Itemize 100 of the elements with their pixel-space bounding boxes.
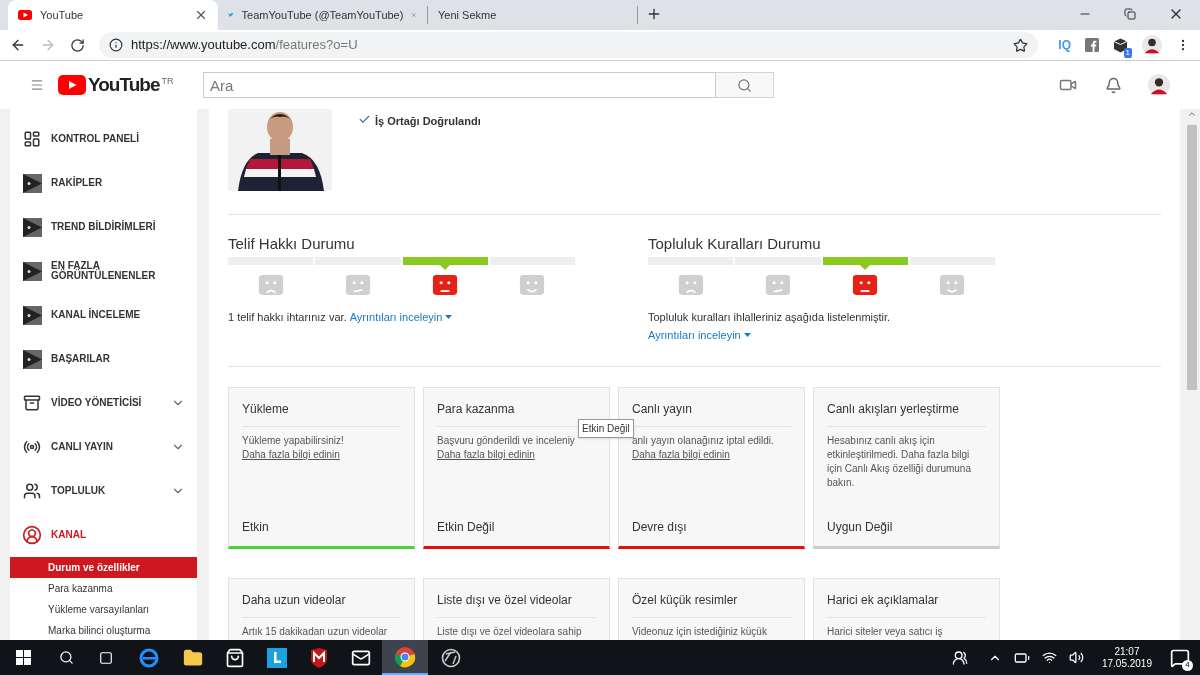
card-status: Etkin <box>242 519 270 536</box>
details-link[interactable]: Ayrıntıları inceleyin <box>648 326 751 344</box>
store-icon[interactable] <box>225 647 245 668</box>
browser-tab[interactable]: Yeni Sekme <box>428 6 638 24</box>
check-icon <box>358 113 371 126</box>
browser-tab[interactable]: YouTube <box>8 0 218 30</box>
folder-icon[interactable] <box>183 647 203 668</box>
sidebar-subitem[interactable]: Marka bilinci oluşturma <box>10 620 197 640</box>
archive-icon <box>23 394 41 412</box>
cube-icon[interactable] <box>1113 37 1128 53</box>
facebook-icon[interactable] <box>1085 38 1099 52</box>
windows-icon[interactable] <box>15 650 31 665</box>
wifi-icon[interactable] <box>1041 650 1057 665</box>
people-icon <box>23 482 41 500</box>
aperture-icon[interactable] <box>441 647 461 668</box>
shield-icon[interactable] <box>310 647 328 668</box>
sidebar-item[interactable]: KANAL İNCELEME <box>10 293 197 337</box>
pointer-icon <box>860 265 871 270</box>
card-title: Liste dışı ve özel videolar <box>437 579 596 618</box>
card-title: Özel küçük resimler <box>632 579 791 618</box>
card-status: Etkin Değil <box>437 519 496 536</box>
region-label: TR <box>161 74 174 88</box>
sidebar-item[interactable]: TREND BİLDİRİMLERİ <box>10 205 197 249</box>
status-title: Topluluk Kuralları Durumu <box>648 234 822 253</box>
broadcast-icon <box>23 438 41 456</box>
close-icon[interactable] <box>194 8 208 22</box>
scroll-up-icon[interactable] <box>1187 109 1197 119</box>
chrome-icon[interactable] <box>394 645 416 668</box>
caret-down-icon <box>445 315 453 319</box>
sidebar-subitem[interactable]: Yükleme varsayılanları <box>10 599 197 620</box>
action-center-icon[interactable] <box>1170 647 1190 668</box>
address-field[interactable]: https://www.youtube.com/features?o=U <box>99 32 1039 58</box>
notification-count: 4 <box>1182 659 1193 671</box>
extension-badge: 1 <box>1123 47 1132 58</box>
details-link[interactable]: Ayrıntıları inceleyin <box>349 308 453 326</box>
sidebar-label: EN FAZLA GÖRÜNTÜLENENLER <box>51 261 157 281</box>
bookmark-star-icon[interactable] <box>1013 37 1029 53</box>
card-text: anlı yayın olanağınız iptal edildi. <box>632 435 774 446</box>
card-text: Hesabınız canlı akış için etkinleştirilmedi. Daha fazla bilgi için Canlı Akış özelliği durumuna bakın. <box>827 435 971 488</box>
card-title: Harici ek açıklamalar <box>827 579 986 618</box>
url-text: https://www.youtube.com/features?o=U <box>131 36 359 55</box>
flag-icon <box>22 261 42 281</box>
search-icon[interactable] <box>58 650 74 665</box>
people-icon[interactable] <box>951 649 968 666</box>
restore-icon[interactable] <box>1124 8 1136 20</box>
volume-icon[interactable] <box>1068 650 1084 665</box>
clock-time[interactable]: 21:07 <box>1114 645 1140 658</box>
tab-title: TeamYouTube (@TeamYouTube) <box>241 7 404 23</box>
sidebar-item[interactable]: KONTROL PANELİ <box>10 117 197 161</box>
status-text: 1 telif hakkı ihtarınız var. <box>228 311 347 323</box>
card-title: Yükleme <box>242 388 401 427</box>
card-status: Uygun Değil <box>827 519 894 536</box>
tab-title: Yeni Sekme <box>438 7 498 23</box>
launcher-icon[interactable] <box>267 647 287 668</box>
sidebar-item[interactable]: CANLI YAYIN <box>10 425 197 469</box>
flag-icon <box>22 305 42 325</box>
status-text: Topluluk kuralları ihlalleriniz aşağıda listelenmiştir. <box>648 311 891 323</box>
youtube-logo-icon[interactable] <box>58 75 86 95</box>
flag-icon <box>22 173 42 193</box>
learn-more-link[interactable]: Daha fazla bilgi edinin <box>437 449 535 460</box>
youtube-icon <box>18 10 32 20</box>
clock-date[interactable]: 17.05.2019 <box>1101 657 1152 670</box>
account-avatar[interactable] <box>1148 74 1170 96</box>
youtube-wordmark[interactable]: YouTube <box>88 70 160 100</box>
profile-avatar[interactable] <box>1142 35 1162 55</box>
notifications-icon[interactable] <box>1105 76 1122 94</box>
learn-more-link[interactable]: Daha fazla bilgi edinin <box>632 449 730 460</box>
card-text: Harici siteler veya satıcı iş <box>827 626 943 637</box>
sidebar-label: TOPLULUK <box>51 486 107 496</box>
account-icon <box>22 525 42 545</box>
card-text: Başvuru gönderildi ve inceleniy <box>437 435 575 446</box>
card-status: Devre dışı <box>632 519 688 536</box>
task-view-icon[interactable] <box>99 650 113 665</box>
search-field[interactable]: Ara <box>203 72 716 98</box>
status-title: Telif Hakkı Durumu <box>228 234 356 253</box>
new-tab-icon[interactable] <box>646 6 662 22</box>
card-title: Daha uzun videolar <box>242 579 401 618</box>
sidebar-subitem[interactable]: Para kazanma <box>10 578 197 599</box>
sidebar-item[interactable]: EN FAZLA GÖRÜNTÜLENENLER <box>10 249 197 293</box>
tab-title: YouTube <box>40 7 85 23</box>
browser-e-icon[interactable] <box>139 647 159 668</box>
search-icon <box>737 77 752 93</box>
card-text: Videonuz için istediğiniz küçük <box>632 626 767 637</box>
reload-icon[interactable] <box>70 37 85 53</box>
learn-more-link[interactable]: Daha fazla bilgi edinin <box>242 449 340 460</box>
sidebar-label: CANLI YAYIN <box>51 442 114 452</box>
browser-tab[interactable]: TeamYouTube (@TeamYouTube) <box>218 6 428 24</box>
sidebar-item[interactable]: KANAL <box>10 513 197 557</box>
sidebar-item[interactable]: RAKİPLER <box>10 161 197 205</box>
card-text: Liste dışı ve özel videolara sahip <box>437 626 582 637</box>
sidebar-label: TREND BİLDİRİMLERİ <box>51 222 157 232</box>
back-icon[interactable] <box>10 37 26 53</box>
sidebar-item[interactable]: VİDEO YÖNETİCİSİ <box>10 381 197 425</box>
sidebar-label: RAKİPLER <box>51 178 104 188</box>
dashboard-icon <box>23 130 41 148</box>
sidebar-item[interactable]: BAŞARILAR <box>10 337 197 381</box>
caret-down-icon <box>743 333 751 337</box>
sidebar-item[interactable]: TOPLULUK <box>10 469 197 513</box>
sidebar-subitem[interactable]: Durum ve özellikler <box>10 557 197 578</box>
flag-icon <box>22 217 42 237</box>
